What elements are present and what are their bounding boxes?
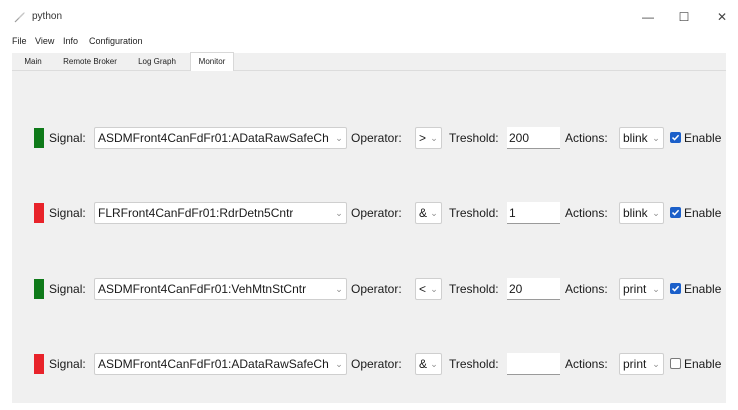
signal-select[interactable]: FLRFront4CanFdFr01:RdrDetn5Cntr ⌄ bbox=[94, 202, 347, 224]
operator-value: > bbox=[419, 131, 427, 145]
close-icon: ✕ bbox=[716, 10, 728, 24]
treshold-input[interactable]: 1 bbox=[507, 202, 560, 224]
minimize-icon: — bbox=[642, 10, 654, 24]
actions-label: Actions: bbox=[565, 282, 608, 296]
python-feather-icon bbox=[14, 12, 25, 23]
enable-checkbox[interactable] bbox=[670, 207, 681, 218]
minimize-button[interactable]: — bbox=[637, 8, 659, 26]
menu-info[interactable]: Info bbox=[63, 36, 78, 46]
maximize-icon: ☐ bbox=[678, 10, 690, 24]
operator-select[interactable]: & ⌄ bbox=[415, 353, 442, 375]
signal-value: ASDMFront4CanFdFr01:ADataRawSafeCh bbox=[98, 131, 329, 145]
menu-bar: File View Info Configuration bbox=[0, 34, 738, 50]
treshold-input[interactable] bbox=[507, 353, 560, 375]
action-select[interactable]: blink ⌄ bbox=[619, 202, 664, 224]
treshold-label: Treshold: bbox=[449, 282, 499, 296]
treshold-input[interactable]: 200 bbox=[507, 127, 560, 149]
operator-select[interactable]: & ⌄ bbox=[415, 202, 442, 224]
status-indicator bbox=[34, 128, 44, 148]
signal-value: ASDMFront4CanFdFr01:VehMtnStCntr bbox=[98, 282, 307, 296]
chevron-down-icon: ⌄ bbox=[429, 128, 439, 148]
monitor-row: Signal: ASDMFront4CanFdFr01:VehMtnStCntr… bbox=[12, 278, 726, 302]
action-value: print bbox=[623, 282, 647, 296]
chevron-down-icon: ⌄ bbox=[651, 128, 661, 148]
enable-label: Enable bbox=[684, 282, 722, 296]
action-select[interactable]: print ⌄ bbox=[619, 353, 664, 375]
action-select[interactable]: blink ⌄ bbox=[619, 127, 664, 149]
actions-label: Actions: bbox=[565, 357, 608, 371]
tab-remote-broker[interactable]: Remote Broker bbox=[56, 53, 124, 71]
enable-checkbox[interactable] bbox=[670, 358, 681, 369]
status-indicator bbox=[34, 203, 44, 223]
tab-main[interactable]: Main bbox=[14, 53, 52, 71]
treshold-label: Treshold: bbox=[449, 206, 499, 220]
action-value: blink bbox=[623, 206, 648, 220]
tab-monitor[interactable]: Monitor bbox=[190, 52, 234, 72]
signal-label: Signal: bbox=[49, 131, 86, 145]
operator-value: & bbox=[419, 357, 428, 371]
chevron-down-icon: ⌄ bbox=[429, 279, 439, 299]
menu-configuration[interactable]: Configuration bbox=[89, 36, 143, 46]
actions-label: Actions: bbox=[565, 131, 608, 145]
chevron-down-icon: ⌄ bbox=[429, 354, 439, 374]
enable-label: Enable bbox=[684, 131, 722, 145]
enable-label: Enable bbox=[684, 357, 722, 371]
close-button[interactable]: ✕ bbox=[711, 8, 733, 26]
signal-value: ASDMFront4CanFdFr01:ADataRawSafeCh bbox=[98, 357, 329, 371]
chevron-down-icon: ⌄ bbox=[651, 354, 661, 374]
chevron-down-icon: ⌄ bbox=[334, 203, 344, 223]
tab-bar: Main Remote Broker Log Graph Monitor bbox=[12, 52, 726, 72]
action-select[interactable]: print ⌄ bbox=[619, 278, 664, 300]
operator-value: & bbox=[419, 206, 428, 220]
signal-select[interactable]: ASDMFront4CanFdFr01:VehMtnStCntr ⌄ bbox=[94, 278, 347, 300]
operator-label: Operator: bbox=[351, 357, 402, 371]
enable-label: Enable bbox=[684, 206, 722, 220]
operator-value: < bbox=[419, 282, 427, 296]
chevron-down-icon: ⌄ bbox=[334, 128, 344, 148]
signal-label: Signal: bbox=[49, 206, 86, 220]
chevron-down-icon: ⌄ bbox=[651, 203, 661, 223]
operator-label: Operator: bbox=[351, 282, 402, 296]
action-value: print bbox=[623, 357, 647, 371]
signal-label: Signal: bbox=[49, 282, 86, 296]
chevron-down-icon: ⌄ bbox=[334, 354, 344, 374]
monitor-panel: Signal: ASDMFront4CanFdFr01:ADataRawSafe… bbox=[12, 71, 726, 403]
enable-checkbox[interactable] bbox=[670, 132, 681, 143]
signal-label: Signal: bbox=[49, 357, 86, 371]
signal-select[interactable]: ASDMFront4CanFdFr01:ADataRawSafeCh ⌄ bbox=[94, 127, 347, 149]
actions-label: Actions: bbox=[565, 206, 608, 220]
treshold-label: Treshold: bbox=[449, 357, 499, 371]
treshold-input[interactable]: 20 bbox=[507, 278, 560, 300]
chevron-down-icon: ⌄ bbox=[334, 279, 344, 299]
monitor-row: Signal: FLRFront4CanFdFr01:RdrDetn5Cntr … bbox=[12, 202, 726, 226]
window-title: python bbox=[32, 11, 63, 22]
title-bar: python — ☐ ✕ bbox=[0, 0, 738, 34]
menu-file[interactable]: File bbox=[12, 36, 27, 46]
status-indicator bbox=[34, 279, 44, 299]
monitor-row: Signal: ASDMFront4CanFdFr01:ADataRawSafe… bbox=[12, 127, 726, 151]
monitor-row: Signal: ASDMFront4CanFdFr01:ADataRawSafe… bbox=[12, 353, 726, 377]
action-value: blink bbox=[623, 131, 648, 145]
operator-label: Operator: bbox=[351, 206, 402, 220]
operator-select[interactable]: > ⌄ bbox=[415, 127, 442, 149]
signal-select[interactable]: ASDMFront4CanFdFr01:ADataRawSafeCh ⌄ bbox=[94, 353, 347, 375]
operator-select[interactable]: < ⌄ bbox=[415, 278, 442, 300]
maximize-button[interactable]: ☐ bbox=[673, 8, 695, 26]
chevron-down-icon: ⌄ bbox=[429, 203, 439, 223]
tab-log-graph[interactable]: Log Graph bbox=[128, 53, 186, 71]
chevron-down-icon: ⌄ bbox=[651, 279, 661, 299]
operator-label: Operator: bbox=[351, 131, 402, 145]
treshold-label: Treshold: bbox=[449, 131, 499, 145]
menu-view[interactable]: View bbox=[35, 36, 54, 46]
enable-checkbox[interactable] bbox=[670, 283, 681, 294]
status-indicator bbox=[34, 354, 44, 374]
signal-value: FLRFront4CanFdFr01:RdrDetn5Cntr bbox=[98, 206, 294, 220]
